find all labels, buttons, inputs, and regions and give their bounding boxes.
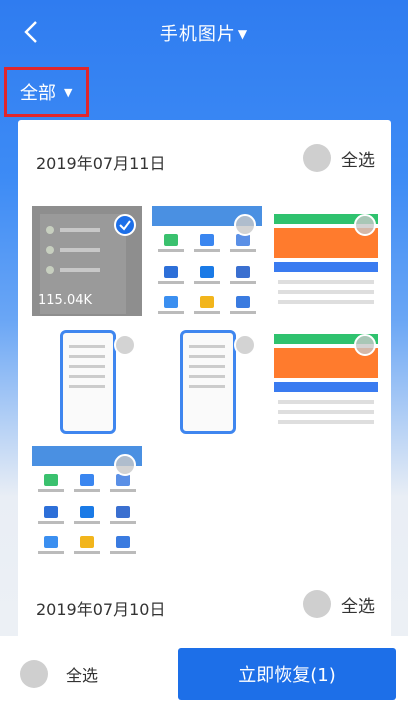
thumbnail-row bbox=[46, 266, 116, 276]
group-date: 2019年07月10日 bbox=[36, 600, 166, 619]
thumbnail-cell bbox=[192, 264, 222, 286]
thumbnail-block bbox=[274, 382, 378, 392]
thumbnail-block bbox=[274, 262, 378, 272]
thumbnail-cell bbox=[36, 504, 66, 526]
group-select-all[interactable]: 全选 bbox=[303, 590, 375, 618]
photo-thumbnail[interactable]: 115.04K bbox=[32, 206, 142, 316]
thumbnail-row bbox=[46, 246, 116, 256]
date-group-header: 2019年07月11日 全选 bbox=[18, 140, 391, 180]
file-size: 115.04K bbox=[38, 293, 93, 308]
thumbnail-cell bbox=[108, 534, 138, 556]
photo-checkbox[interactable] bbox=[354, 214, 376, 236]
unchecked-circle-icon bbox=[20, 660, 48, 688]
thumbnail-line bbox=[278, 420, 374, 424]
photo-checkbox[interactable] bbox=[114, 454, 136, 476]
thumbnail-cell bbox=[192, 232, 222, 254]
photo-thumbnail[interactable] bbox=[32, 326, 142, 436]
thumbnail-cell bbox=[228, 264, 258, 286]
thumbnail-cell bbox=[192, 294, 222, 316]
thumbnail-cell bbox=[72, 472, 102, 494]
date-group-header: 2019年07月10日 全选 bbox=[18, 586, 391, 626]
photo-checkbox[interactable] bbox=[114, 334, 136, 356]
photo-thumbnail[interactable] bbox=[32, 446, 142, 556]
filter-dropdown[interactable]: 全部 ▼ bbox=[4, 67, 89, 117]
thumbnail-line bbox=[278, 400, 374, 404]
photo-thumbnail[interactable] bbox=[152, 326, 262, 436]
bottom-bar: 全选 立即恢复(1) bbox=[0, 636, 408, 710]
filter-label: 全部 bbox=[20, 83, 56, 104]
footer-select-all[interactable]: 全选 bbox=[20, 660, 98, 688]
thumbnail-line bbox=[278, 300, 374, 304]
dropdown-arrow-icon: ▼ bbox=[237, 27, 249, 41]
thumbnail-cell bbox=[72, 504, 102, 526]
photo-checkbox[interactable] bbox=[114, 214, 136, 236]
unchecked-circle-icon bbox=[303, 144, 331, 172]
top-bar: 手机图片 ▼ bbox=[0, 0, 408, 64]
thumbnail-image bbox=[60, 330, 116, 434]
select-all-label: 全选 bbox=[341, 596, 375, 617]
photo-thumbnail[interactable] bbox=[152, 206, 262, 316]
photo-thumbnail[interactable] bbox=[272, 326, 382, 436]
dropdown-arrow-icon: ▼ bbox=[64, 85, 73, 99]
restore-button[interactable]: 立即恢复(1) bbox=[178, 648, 396, 700]
photo-thumbnail[interactable] bbox=[272, 206, 382, 316]
album-title-dropdown[interactable]: 手机图片 ▼ bbox=[0, 20, 408, 46]
thumbnail-cell bbox=[156, 264, 186, 286]
thumbnail-row bbox=[46, 226, 116, 236]
thumbnail-cell bbox=[108, 504, 138, 526]
photo-checkbox[interactable] bbox=[234, 214, 256, 236]
thumbnail-cell bbox=[156, 232, 186, 254]
photo-list-card: 2019年07月11日 全选 115.04K 2019年07月10日 全选 bbox=[18, 120, 391, 640]
page-title: 手机图片 bbox=[159, 24, 236, 45]
thumbnail-cell bbox=[36, 472, 66, 494]
check-icon bbox=[119, 220, 131, 231]
thumbnail-line bbox=[278, 280, 374, 284]
thumbnail-cell bbox=[72, 534, 102, 556]
group-date: 2019年07月11日 bbox=[36, 154, 166, 173]
photo-checkbox[interactable] bbox=[234, 334, 256, 356]
thumbnail-image bbox=[180, 330, 236, 434]
group-select-all[interactable]: 全选 bbox=[303, 144, 375, 172]
thumbnail-line bbox=[278, 410, 374, 414]
photo-checkbox[interactable] bbox=[354, 334, 376, 356]
thumbnail-line bbox=[278, 290, 374, 294]
unchecked-circle-icon bbox=[303, 590, 331, 618]
select-all-label: 全选 bbox=[341, 150, 375, 171]
thumbnail-cell bbox=[156, 294, 186, 316]
thumbnail-cell bbox=[228, 294, 258, 316]
select-all-label: 全选 bbox=[66, 666, 99, 685]
thumbnail-cell bbox=[36, 534, 66, 556]
